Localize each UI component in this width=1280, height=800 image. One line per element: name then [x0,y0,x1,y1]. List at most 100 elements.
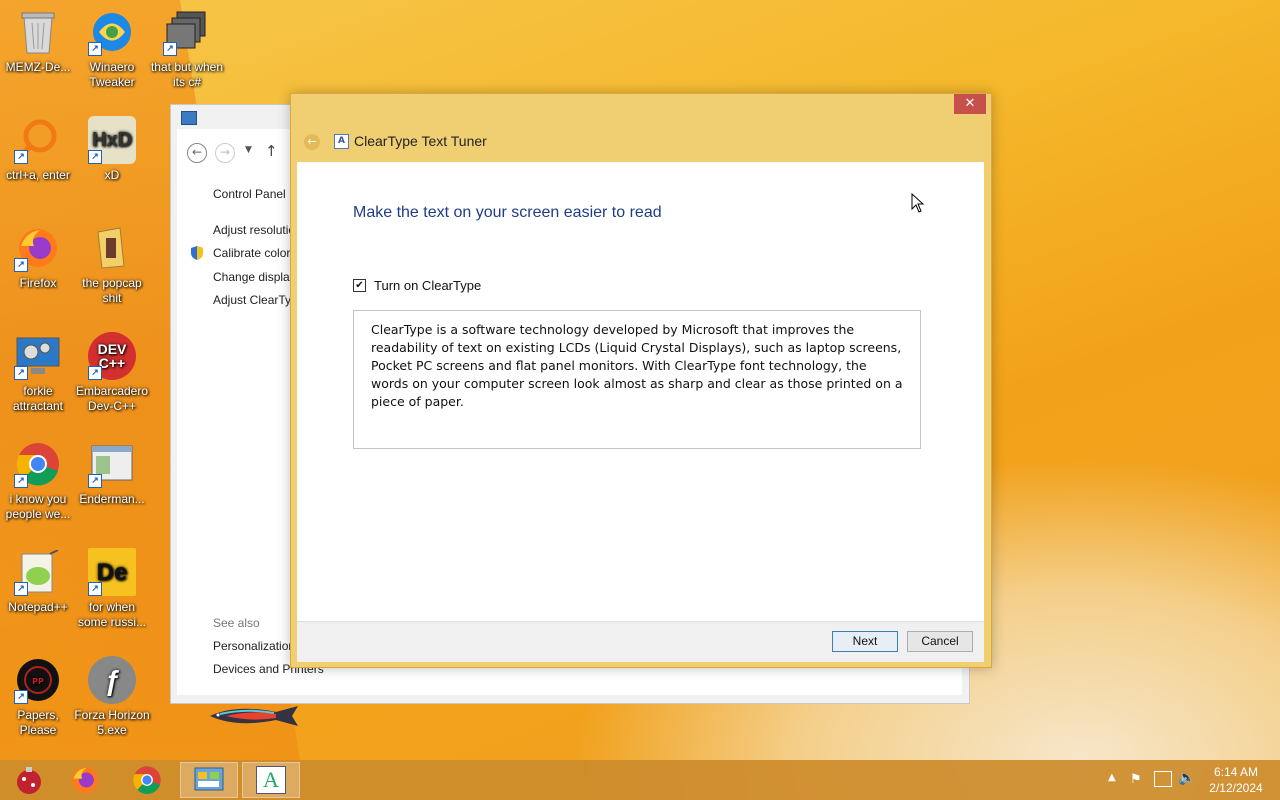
network-icon[interactable] [1154,771,1172,787]
desktop-icon-label: the popcap shit [82,276,142,305]
dialog-title: ClearType Text Tuner [354,133,487,149]
desktop-icon-devcpp[interactable]: DEV C++ ↗ Embarcadero Dev-C++ [74,332,150,414]
see-also-label: See also [213,616,260,630]
shortcut-arrow-icon: ↗ [88,582,102,596]
back-arrow-icon[interactable]: ← [304,134,320,150]
recycle-bin-icon [14,8,62,56]
desktop-icon-label: Enderman... [79,492,145,506]
taskbar-chrome-icon[interactable] [118,762,176,798]
flash-icon: ƒ [88,656,136,704]
desktop-icon-forza[interactable]: ƒ Forza Horizon 5.exe [74,656,150,738]
cancel-button[interactable]: Cancel [907,631,973,652]
shortcut-arrow-icon: ↗ [14,474,28,488]
forward-arrow-icon[interactable]: → [215,143,235,163]
folder-icon [88,224,136,272]
shortcut-arrow-icon: ↗ [14,150,28,164]
clock-time: 6:14 AM [1213,765,1259,779]
desktop-icon-label: Embarcadero Dev-C++ [75,384,149,413]
desktop-icon-papers-please[interactable]: PP ↗ Papers, Please [0,656,76,738]
desktop-icon-label: Winaero Tweaker [89,60,135,89]
desktop-icon-label: Papers, Please [17,708,59,737]
cleartype-tuner-icon: A [256,766,286,794]
fish-desktop-pet[interactable] [206,704,301,728]
calibrate-color-link[interactable]: Calibrate color [213,246,290,260]
desktop-icon-label: Forza Horizon 5.exe [74,708,150,737]
desktop-icon-memz[interactable]: MEMZ-De... [0,8,76,75]
shortcut-arrow-icon: ↗ [14,690,28,704]
change-display-link[interactable]: Change display [213,270,296,284]
page-heading: Make the text on your screen easier to r… [353,204,662,221]
desktop-icon-de[interactable]: De ↗ for when some russi... [74,548,150,630]
taskbar-cleartype-icon[interactable]: A [242,762,300,798]
desktop-icon-notepadpp[interactable]: ↗ Notepad++ [0,548,76,615]
desktop-icon-that-but[interactable]: ↗ that but when its c# [149,8,225,90]
shortcut-arrow-icon: ↗ [163,42,177,56]
close-button[interactable]: ✕ [954,94,986,114]
shortcut-arrow-icon: ↗ [88,474,102,488]
shortcut-arrow-icon: ↗ [88,42,102,56]
taskbar-firefox-icon[interactable] [56,762,114,798]
adjust-cleartype-link[interactable]: Adjust ClearTyp [213,293,298,307]
monitor-gears-icon: ↗ [14,332,62,380]
desktop-icon-enderman[interactable]: ↗ Enderman... [74,440,150,507]
adjust-resolution-link[interactable]: Adjust resolutio [213,223,295,237]
shortcut-arrow-icon: ↗ [88,366,102,380]
devcpp-icon: DEV C++ ↗ [88,332,136,380]
mouse-cursor-icon [911,192,925,213]
start-ornament-icon[interactable] [0,762,58,798]
svg-text:PP: PP [32,677,44,686]
stacked-windows-icon: ↗ [163,8,211,56]
control-panel-window-icon [181,111,197,125]
shield-icon [191,246,203,260]
cleartype-checkbox[interactable]: ✔ [353,279,366,292]
desktop-icon-label: Notepad++ [8,600,68,614]
desktop-icon-firefox[interactable]: ↗ Firefox [0,224,76,291]
shortcut-arrow-icon: ↗ [14,366,28,380]
dialog-body: Make the text on your screen easier to r… [297,162,984,621]
desktop-icon-forkie[interactable]: ↗ forkie attractant [0,332,76,414]
chrome-icon: ↗ [14,440,62,488]
personalization-link[interactable]: Personalization [213,639,295,653]
desktop-icon-label: i know you people we... [5,492,71,521]
de-icon: De ↗ [88,548,136,596]
back-arrow-icon[interactable]: ← [187,143,207,163]
desktop-icon-chrome[interactable]: ↗ i know you people we... [0,440,76,522]
dialog-footer: Next Cancel [297,621,984,662]
desktop-icon-label: ctrl+a, enter [6,168,70,182]
chevron-down-icon[interactable]: ▼ [245,145,252,155]
control-panel-home-link[interactable]: Control Panel H [213,187,298,201]
shortcut-arrow-icon: ↗ [88,150,102,164]
desktop-icon-label: xD [104,168,120,182]
desktop-icon-label: that but when its c# [150,60,224,89]
cleartype-description: ClearType is a software technology devel… [353,310,921,449]
magnifier-icon: ↗ [14,116,62,164]
desktop-icon-winaero[interactable]: ↗ Winaero Tweaker [74,8,150,90]
desktop-icon-label: Firefox [19,276,57,290]
up-arrow-icon[interactable]: ↑ [265,142,278,160]
cleartype-dialog[interactable]: ✕ ← A ClearType Text Tuner Make the text… [290,93,992,668]
hxd-icon: HxD ↗ [88,116,136,164]
notepadpp-icon: ↗ [14,548,62,596]
volume-muted-icon[interactable]: 🔈 [1178,770,1195,786]
cleartype-app-icon: A [334,134,349,149]
cleartype-checkbox-row[interactable]: ✔ Turn on ClearType [353,278,481,293]
taskbar: A ▲ ⚑ 🔈 6:14 AM 2/12/2024 [0,760,1280,800]
desktop-icon-xd[interactable]: HxD ↗ xD [74,116,150,183]
shortcut-arrow-icon: ↗ [14,582,28,596]
desktop-icon-label: forkie attractant [12,384,64,413]
taskbar-control-panel-icon[interactable] [180,762,238,798]
winaero-tweaker-icon: ↗ [88,8,136,56]
firefox-icon: ↗ [14,224,62,272]
desktop-icon-label: for when some russi... [77,600,146,629]
clock-date: 2/12/2024 [1209,781,1263,795]
shortcut-arrow-icon: ↗ [14,258,28,272]
cleartype-checkbox-label[interactable]: Turn on ClearType [374,278,481,293]
desktop-icon-ctrl-a-enter[interactable]: ↗ ctrl+a, enter [0,116,76,183]
tray-expand-chevron-icon[interactable]: ▲ [1108,772,1116,783]
desktop-icon-popcap[interactable]: the popcap shit [74,224,150,306]
next-button[interactable]: Next [832,631,898,652]
action-center-flag-icon[interactable]: ⚑ [1130,772,1142,787]
desktop-icon-label: MEMZ-De... [5,60,71,74]
taskbar-clock[interactable]: 6:14 AM 2/12/2024 [1200,764,1272,796]
papers-please-icon: PP ↗ [14,656,62,704]
